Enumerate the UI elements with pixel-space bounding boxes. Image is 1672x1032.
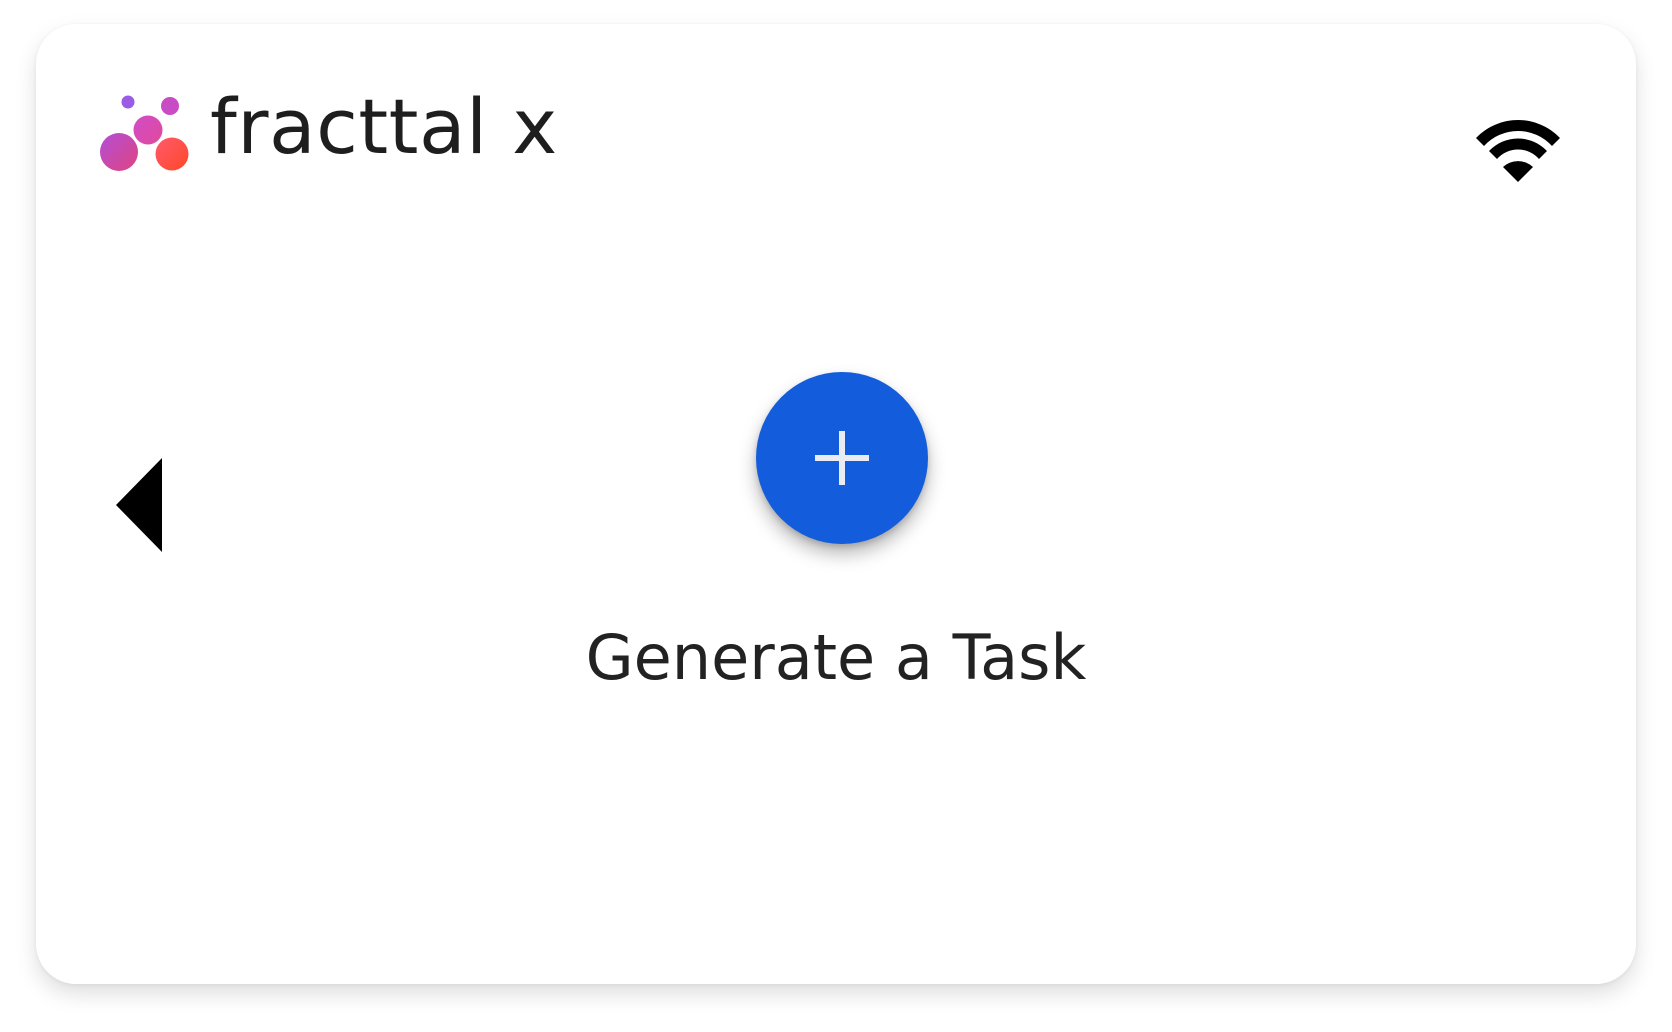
brand-name: fracttal x [210,82,558,171]
brand-logo: fracttal x [94,84,558,174]
wifi-icon [1472,98,1564,190]
plus-icon [815,431,869,485]
back-arrow-icon[interactable] [116,458,176,552]
fracttal-logo-icon [94,84,194,174]
generate-task-button[interactable] [756,372,928,544]
generate-task-label: Generate a Task [585,621,1087,694]
main-card: fracttal x Generate a Task [36,24,1636,984]
